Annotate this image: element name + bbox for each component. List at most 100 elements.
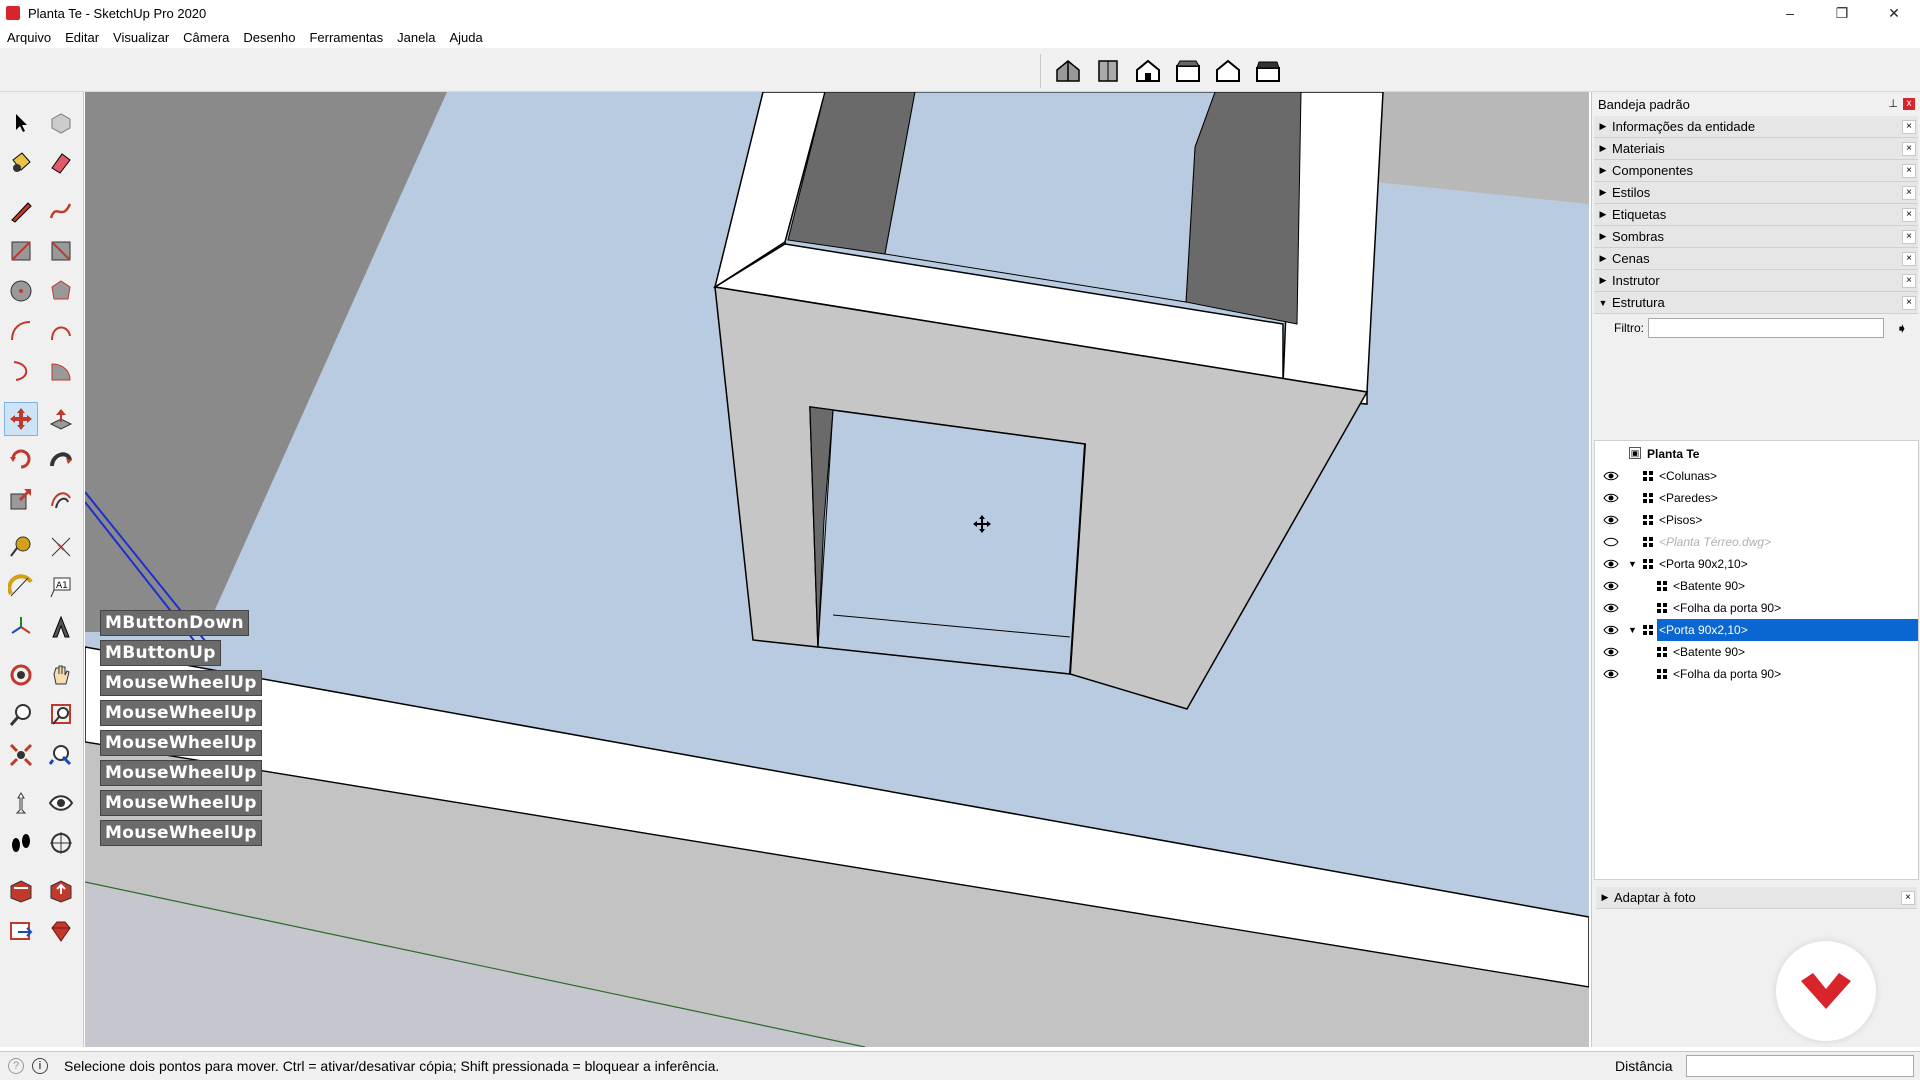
- panel-entity-info[interactable]: ▶ Informações da entidade ×: [1594, 116, 1918, 138]
- left-view-icon[interactable]: [1251, 55, 1285, 87]
- menu-camera[interactable]: Câmera: [176, 30, 236, 45]
- outliner-root[interactable]: ▣ Planta Te: [1595, 443, 1918, 465]
- panel-close-icon[interactable]: ×: [1902, 230, 1916, 244]
- minimize-button[interactable]: –: [1764, 0, 1816, 26]
- tray-close-button[interactable]: x: [1903, 98, 1915, 110]
- move-icon[interactable]: [4, 402, 38, 436]
- menu-arquivo[interactable]: Arquivo: [0, 30, 58, 45]
- outliner-item[interactable]: <Paredes>: [1595, 487, 1918, 509]
- 3d-text-icon[interactable]: [44, 610, 78, 644]
- push-pull-icon[interactable]: [44, 402, 78, 436]
- eye-visible-icon[interactable]: [1603, 668, 1619, 680]
- protractor-icon[interactable]: [4, 570, 38, 604]
- panel-components[interactable]: ▶ Componentes ×: [1594, 160, 1918, 182]
- polygon-icon[interactable]: [44, 274, 78, 308]
- ruby-icon[interactable]: [44, 914, 78, 948]
- top-view-icon[interactable]: [1091, 55, 1125, 87]
- arc-icon[interactable]: [4, 314, 38, 348]
- freehand-icon[interactable]: [44, 194, 78, 228]
- panel-scenes[interactable]: ▶ Cenas ×: [1594, 248, 1918, 270]
- back-view-icon[interactable]: [1211, 55, 1245, 87]
- offset-icon[interactable]: [44, 482, 78, 516]
- panel-tags[interactable]: ▶ Etiquetas ×: [1594, 204, 1918, 226]
- tape-measure-icon[interactable]: [4, 530, 38, 564]
- line-pencil-icon[interactable]: [4, 194, 38, 228]
- two-point-arc-icon[interactable]: [44, 314, 78, 348]
- close-window-button[interactable]: ✕: [1868, 0, 1920, 26]
- warehouse-icon[interactable]: [4, 874, 38, 908]
- right-view-icon[interactable]: [1171, 55, 1205, 87]
- orbit-icon[interactable]: [4, 658, 38, 692]
- panel-close-icon[interactable]: ×: [1902, 274, 1916, 288]
- outliner-item[interactable]: <Colunas>: [1595, 465, 1918, 487]
- pie-icon[interactable]: [44, 354, 78, 388]
- eraser-icon[interactable]: [44, 146, 78, 180]
- rotate-icon[interactable]: [4, 442, 38, 476]
- share-model-icon[interactable]: [44, 874, 78, 908]
- scale-icon[interactable]: [4, 482, 38, 516]
- eye-visible-icon[interactable]: [1603, 580, 1619, 592]
- outliner-item[interactable]: <Batente 90>: [1595, 575, 1918, 597]
- outliner-item[interactable]: <Folha da porta 90>: [1595, 597, 1918, 619]
- rotated-rectangle-icon[interactable]: [44, 234, 78, 268]
- paint-bucket-icon[interactable]: [4, 146, 38, 180]
- tree-collapse-icon[interactable]: ▼: [1628, 625, 1637, 635]
- measurements-input[interactable]: [1686, 1055, 1914, 1077]
- eye-visible-icon[interactable]: [1603, 558, 1619, 570]
- look-around-icon[interactable]: [44, 786, 78, 820]
- iso-view-icon[interactable]: [1051, 55, 1085, 87]
- panel-outliner[interactable]: ▼ Estrutura ×: [1594, 292, 1918, 314]
- outliner-item[interactable]: <Planta Térreo.dwg>: [1595, 531, 1918, 553]
- zoom-icon[interactable]: [4, 698, 38, 732]
- filter-input[interactable]: [1648, 318, 1884, 338]
- menu-ferramentas[interactable]: Ferramentas: [302, 30, 390, 45]
- eye-visible-icon[interactable]: [1603, 492, 1619, 504]
- outliner-item[interactable]: <Pisos>: [1595, 509, 1918, 531]
- tree-collapse-icon[interactable]: ▼: [1628, 559, 1637, 569]
- eye-visible-icon[interactable]: [1603, 470, 1619, 482]
- pin-icon[interactable]: ⊥: [1888, 97, 1898, 110]
- panel-close-icon[interactable]: ×: [1901, 891, 1915, 905]
- outliner-item[interactable]: <Batente 90>: [1595, 641, 1918, 663]
- follow-me-icon[interactable]: [44, 442, 78, 476]
- axes-icon[interactable]: [4, 610, 38, 644]
- extension-warehouse-icon[interactable]: [4, 914, 38, 948]
- restore-button[interactable]: ❐: [1816, 0, 1868, 26]
- rectangle-icon[interactable]: [4, 234, 38, 268]
- dimension-icon[interactable]: [44, 530, 78, 564]
- three-point-arc-icon[interactable]: [4, 354, 38, 388]
- outliner-item-selected[interactable]: ▼ <Porta 90x2,10>: [1595, 619, 1918, 641]
- circle-icon[interactable]: [4, 274, 38, 308]
- outliner-details-arrow-icon[interactable]: ➧: [1896, 320, 1908, 337]
- drawing-viewport[interactable]: [85, 92, 1589, 1047]
- position-camera-icon[interactable]: [4, 786, 38, 820]
- front-view-icon[interactable]: [1131, 55, 1165, 87]
- panel-close-icon[interactable]: ×: [1902, 120, 1916, 134]
- menu-janela[interactable]: Janela: [390, 30, 442, 45]
- panel-instructor[interactable]: ▶ Instrutor ×: [1594, 270, 1918, 292]
- menu-desenho[interactable]: Desenho: [236, 30, 302, 45]
- section-plane-icon[interactable]: [44, 826, 78, 860]
- panel-match-photo[interactable]: ▶ Adaptar à foto ×: [1596, 887, 1917, 909]
- eye-visible-icon[interactable]: [1603, 602, 1619, 614]
- menu-ajuda[interactable]: Ajuda: [442, 30, 489, 45]
- previous-view-icon[interactable]: [44, 738, 78, 772]
- info-icon[interactable]: i: [32, 1058, 48, 1074]
- menu-visualizar[interactable]: Visualizar: [106, 30, 176, 45]
- select-arrow-icon[interactable]: [4, 106, 38, 140]
- panel-close-icon[interactable]: ×: [1902, 186, 1916, 200]
- menu-editar[interactable]: Editar: [58, 30, 106, 45]
- panel-styles[interactable]: ▶ Estilos ×: [1594, 182, 1918, 204]
- text-icon[interactable]: A1: [44, 570, 78, 604]
- panel-close-icon[interactable]: ×: [1902, 164, 1916, 178]
- zoom-extents-icon[interactable]: [4, 738, 38, 772]
- pan-icon[interactable]: [44, 658, 78, 692]
- outliner-item[interactable]: <Folha da porta 90>: [1595, 663, 1918, 685]
- panel-close-icon[interactable]: ×: [1902, 296, 1916, 310]
- panel-close-icon[interactable]: ×: [1902, 252, 1916, 266]
- eye-visible-icon[interactable]: [1603, 646, 1619, 658]
- panel-materials[interactable]: ▶ Materiais ×: [1594, 138, 1918, 160]
- make-component-icon[interactable]: [44, 106, 78, 140]
- eye-hidden-icon[interactable]: [1603, 536, 1619, 548]
- panel-shadows[interactable]: ▶ Sombras ×: [1594, 226, 1918, 248]
